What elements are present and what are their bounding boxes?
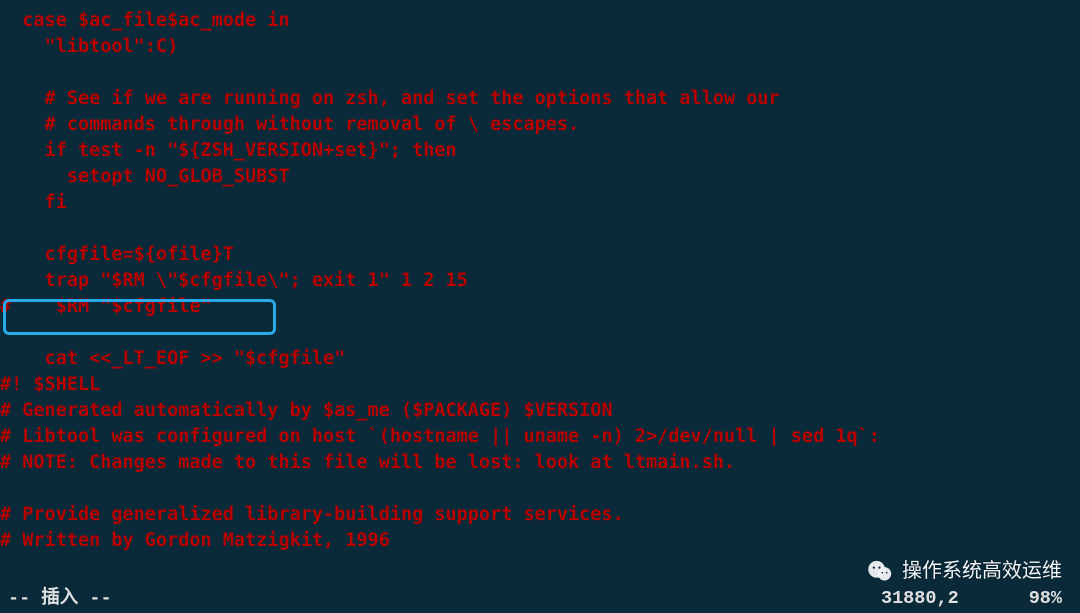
code-line: if test -n "${ZSH_VERSION+set}"; then bbox=[0, 138, 1080, 164]
code-line: trap "$RM \"$cfgfile\"; exit 1" 1 2 15 bbox=[0, 268, 1080, 294]
code-line: # Libtool was configured on host `(hostn… bbox=[0, 424, 1080, 450]
terminal-editor[interactable]: case $ac_file$ac_mode in "libtool":C) # … bbox=[0, 0, 1080, 613]
watermark: 操作系统高效运维 bbox=[866, 557, 1062, 585]
code-line: #! $SHELL bbox=[0, 372, 1080, 398]
code-line: cat <<_LT_EOF >> "$cfgfile" bbox=[0, 346, 1080, 372]
vim-mode: -- 插入 -- bbox=[0, 586, 881, 612]
code-line: # $RM "$cfgfile" bbox=[0, 294, 1080, 320]
wechat-icon bbox=[866, 557, 894, 585]
code-line: setopt NO_GLOB_SUBST bbox=[0, 164, 1080, 190]
code-line: # commands through without removal of \ … bbox=[0, 112, 1080, 138]
cursor-position: 31880,2 bbox=[881, 586, 1029, 612]
code-line: # NOTE: Changes made to this file will b… bbox=[0, 450, 1080, 476]
code-line bbox=[0, 216, 1080, 242]
code-line: case $ac_file$ac_mode in bbox=[0, 8, 1080, 34]
code-line: fi bbox=[0, 190, 1080, 216]
code-line: # See if we are running on zsh, and set … bbox=[0, 86, 1080, 112]
vim-status-bar: -- 插入 -- 31880,2 98% bbox=[0, 585, 1080, 613]
watermark-text: 操作系统高效运维 bbox=[902, 558, 1062, 584]
code-line: cfgfile=${ofile}T bbox=[0, 242, 1080, 268]
code-line bbox=[0, 476, 1080, 502]
code-line: # Written by Gordon Matzigkit, 1996 bbox=[0, 528, 1080, 554]
code-line: # Provide generalized library-building s… bbox=[0, 502, 1080, 528]
scroll-percent: 98% bbox=[1029, 586, 1080, 612]
code-line bbox=[0, 60, 1080, 86]
code-line bbox=[0, 320, 1080, 346]
code-line: # Generated automatically by $as_me ($PA… bbox=[0, 398, 1080, 424]
code-line: "libtool":C) bbox=[0, 34, 1080, 60]
